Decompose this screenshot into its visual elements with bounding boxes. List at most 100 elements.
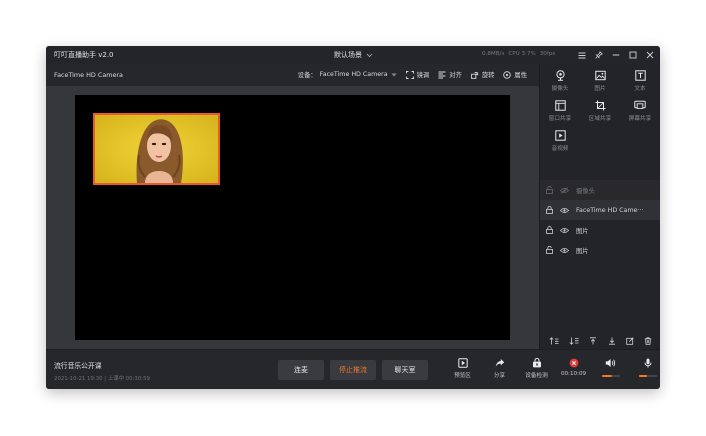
- record-timer: 00:10:09: [560, 371, 587, 377]
- preview-icon: [457, 358, 468, 368]
- menu-icon[interactable]: [576, 49, 588, 61]
- record-button[interactable]: 00:10:09: [555, 358, 592, 377]
- bottom-bar: 流行音乐公开课 2021-10-21 19:30 | 上课中 00:30:59 …: [46, 349, 660, 389]
- align-label: 对齐: [449, 72, 462, 79]
- scene-name: 默认场景: [334, 51, 362, 59]
- layer-name: FaceTime HD Came···: [576, 206, 644, 214]
- layer-name: 摄像头: [576, 187, 595, 195]
- canvas-area: [46, 86, 539, 349]
- mirror-tool[interactable]: 镜调: [405, 70, 430, 79]
- device-check-label: 设备检测: [525, 373, 548, 379]
- source-label: 文本: [634, 86, 646, 92]
- room-meta: 2021-10-21 19:30 | 上课中 00:30:59: [54, 374, 150, 382]
- source-window-share[interactable]: 窗口共享: [540, 100, 580, 122]
- fps: 30fps: [539, 51, 556, 57]
- source-image[interactable]: 图片: [580, 70, 620, 92]
- layer-item[interactable]: 图片: [540, 220, 660, 240]
- mirror-label: 镜调: [416, 72, 430, 79]
- cpu-usage: CPU 3.7%: [508, 51, 536, 57]
- device-value: FaceTime HD Camera: [319, 71, 388, 78]
- bottom-tools: 预览区 分享 设备检测 00:10:09: [444, 358, 660, 379]
- text-icon: [634, 70, 646, 81]
- share-label: 分享: [493, 373, 506, 379]
- app-window: 叮叮直播助手 v2.0 默认场景 0.8MB/s CPU 3.7% 30fps: [46, 46, 660, 389]
- unlock-icon[interactable]: [546, 246, 553, 254]
- class-date: 2021-10-21 19:30: [54, 376, 103, 382]
- layer-list: 摄像头 FaceTime HD Came··· 图片 图片: [540, 180, 660, 260]
- camera-icon: [555, 70, 566, 81]
- speaker-volume[interactable]: [592, 358, 629, 377]
- move-down-icon[interactable]: [569, 337, 579, 345]
- move-top-icon[interactable]: [589, 336, 597, 345]
- source-label: 图片: [594, 86, 606, 92]
- maximize-icon[interactable]: [627, 49, 639, 61]
- caret-down-icon: [391, 73, 397, 77]
- properties-tool[interactable]: 属性: [503, 70, 527, 79]
- crop-icon: [595, 100, 606, 111]
- video-icon: [554, 130, 566, 141]
- source-region-share[interactable]: 区域共享: [580, 100, 620, 122]
- source-text[interactable]: 文本: [620, 70, 660, 92]
- mic-level-bar[interactable]: [638, 375, 657, 377]
- close-icon[interactable]: [644, 49, 656, 61]
- delete-icon[interactable]: [644, 336, 652, 345]
- layer-item[interactable]: FaceTime HD Came···: [540, 200, 660, 220]
- lock-icon[interactable]: [546, 226, 553, 234]
- preview-label: 预览区: [454, 373, 471, 379]
- rotate-tool[interactable]: 旋转: [470, 70, 495, 79]
- align-tool[interactable]: 对齐: [438, 70, 462, 79]
- live-status: 上课中 00:30:59: [107, 376, 150, 382]
- move-up-icon[interactable]: [549, 336, 559, 345]
- properties-label: 属性: [514, 72, 527, 79]
- speaker-level-bar[interactable]: [601, 375, 620, 377]
- preview-stage[interactable]: [75, 95, 510, 340]
- title-bar: 叮叮直播助手 v2.0 默认场景 0.8MB/s CPU 3.7% 30fps: [46, 46, 660, 64]
- unlock-icon[interactable]: [546, 186, 553, 194]
- rotate-icon: [470, 71, 479, 79]
- lock-icon[interactable]: [546, 206, 553, 214]
- mic-level-fill: [638, 375, 647, 377]
- eye-icon[interactable]: [560, 247, 569, 254]
- camera-source-frame[interactable]: [93, 113, 220, 185]
- performance-stats: 0.8MB/s CPU 3.7% 30fps: [482, 51, 555, 57]
- layer-item[interactable]: 图片: [540, 240, 660, 260]
- settings-icon: [503, 70, 512, 79]
- layer-toolbar: [540, 332, 660, 349]
- device-selector[interactable]: 设备： FaceTime HD Camera: [298, 70, 397, 79]
- source-label: 区域共享: [588, 116, 612, 122]
- device-label: 设备：: [297, 72, 317, 79]
- layer-name: 图片: [576, 247, 589, 255]
- pin-icon[interactable]: [593, 49, 605, 61]
- stop-stream-button[interactable]: 停止推流: [330, 360, 376, 380]
- source-label: 窗口共享: [548, 116, 572, 122]
- net-speed: 0.8MB/s: [482, 51, 505, 57]
- align-icon: [438, 71, 446, 79]
- speaker-level-fill: [601, 375, 613, 377]
- fit-icon: [405, 70, 414, 79]
- chat-room-button[interactable]: 聊天室: [382, 360, 428, 380]
- eye-icon[interactable]: [560, 207, 569, 214]
- source-media[interactable]: 音视频: [540, 130, 580, 152]
- device-check-button[interactable]: 设备检测: [518, 358, 555, 379]
- record-stop-icon: [569, 358, 579, 368]
- app-title: 叮叮直播助手 v2.0: [54, 51, 114, 59]
- eye-off-icon[interactable]: [560, 186, 569, 194]
- eye-icon[interactable]: [560, 227, 569, 234]
- edit-icon[interactable]: [626, 336, 634, 345]
- right-panel: 摄像头 图片 文本 窗口共享 区域共享 屏幕共享 音视频 摄像头 FaceTim…: [539, 64, 660, 349]
- mic-volume[interactable]: [629, 358, 660, 377]
- active-source-name: FaceTime HD Camera: [54, 71, 123, 79]
- source-camera[interactable]: 摄像头: [540, 70, 580, 92]
- connect-mic-button[interactable]: 连麦: [278, 360, 324, 380]
- source-screen-share[interactable]: 屏幕共享: [620, 100, 660, 122]
- layer-item[interactable]: 摄像头: [540, 180, 660, 200]
- minimize-icon[interactable]: [610, 49, 622, 61]
- share-button[interactable]: 分享: [481, 358, 518, 379]
- move-bottom-icon[interactable]: [608, 337, 616, 345]
- preview-button[interactable]: 预览区: [444, 358, 481, 379]
- window-share-icon: [554, 100, 566, 111]
- camera-feed-image: [95, 115, 218, 183]
- rotate-label: 旋转: [481, 72, 495, 79]
- window-controls: [576, 49, 656, 61]
- scene-selector[interactable]: 默认场景: [334, 50, 373, 60]
